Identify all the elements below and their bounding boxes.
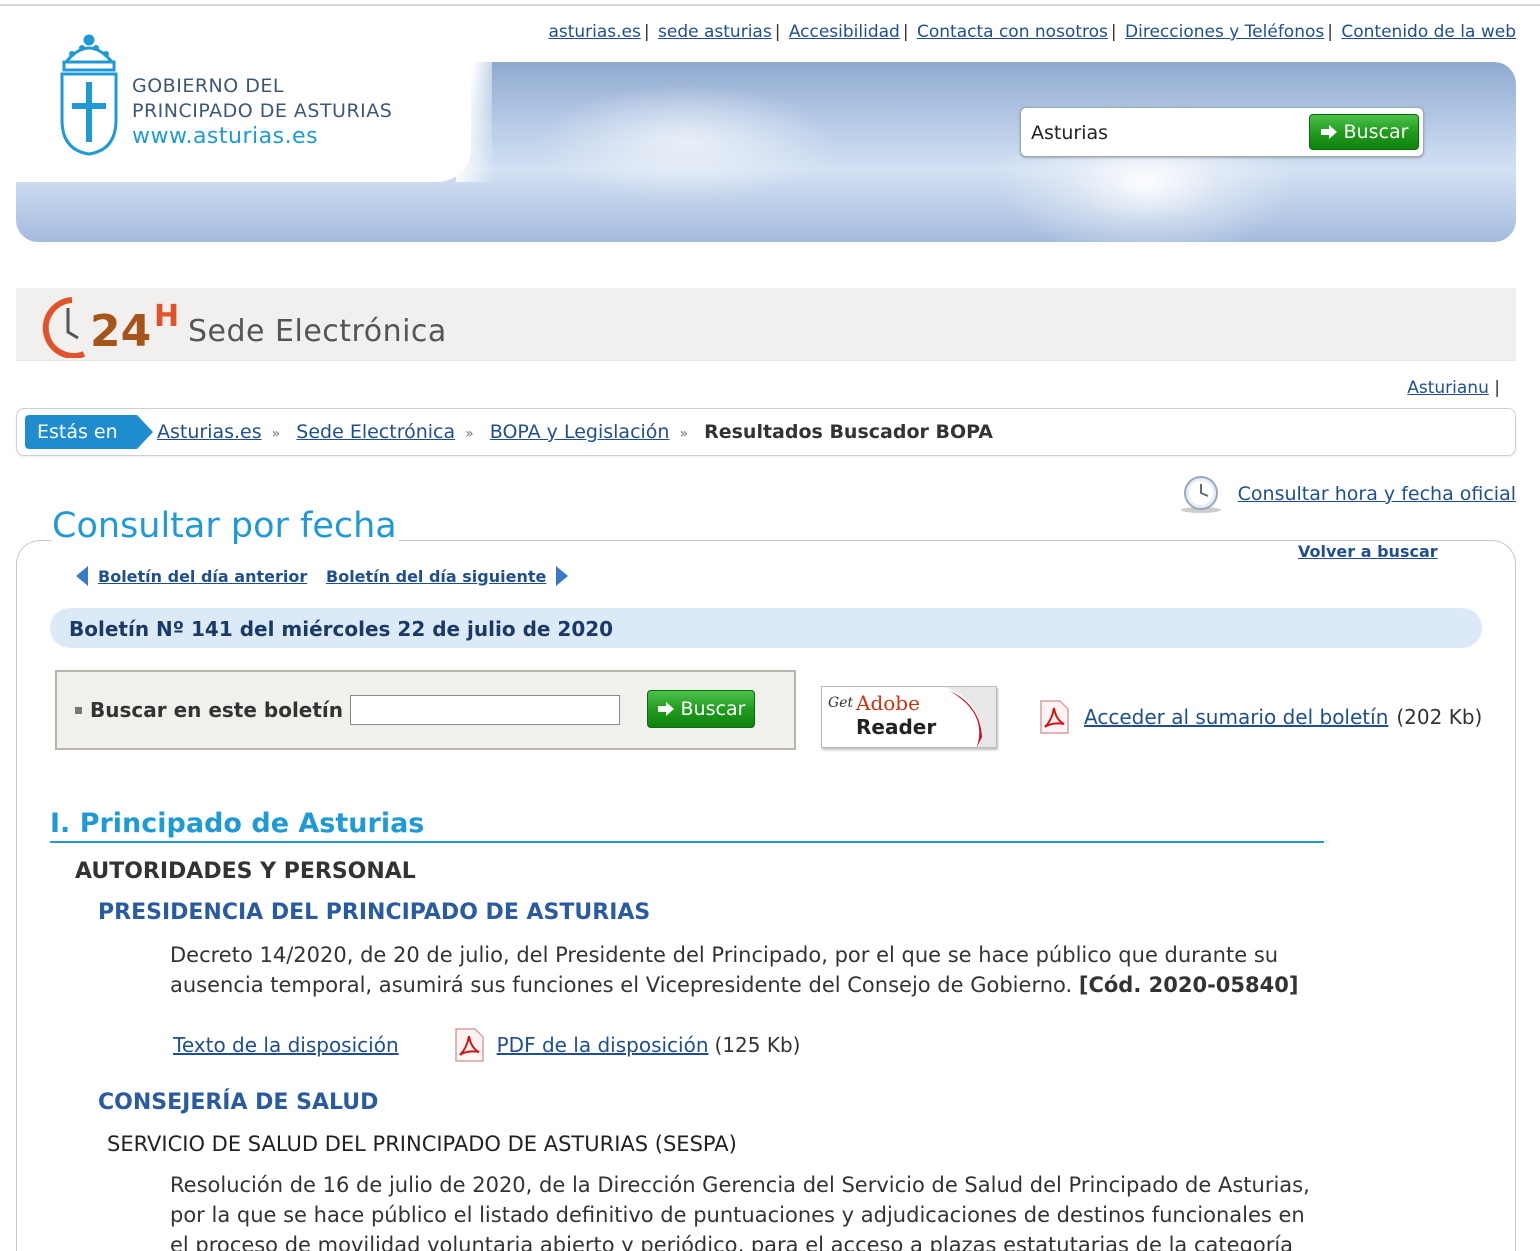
sumario-link[interactable]: Acceder al sumario del boletín xyxy=(1084,705,1388,729)
sede-electronica-bar: 24 H Sede Electrónica xyxy=(16,288,1516,361)
sede-title: Sede Electrónica xyxy=(188,314,447,349)
breadcrumb-items: Asturias.es » Sede Electrónica » BOPA y Le… xyxy=(157,421,993,443)
boletin-search-input[interactable] xyxy=(350,695,620,725)
breadcrumb-bopa[interactable]: BOPA y Legislación xyxy=(490,421,670,443)
sumario-download: Acceder al sumario del boletín (202 Kb) xyxy=(1038,700,1482,734)
boletin-search-button[interactable]: Buscar xyxy=(647,690,755,728)
breadcrumb-current: Resultados Buscador BOPA xyxy=(704,421,993,443)
top-links: asturias.es | sede asturias | Accesibilida… xyxy=(548,22,1516,42)
top-link-sede[interactable]: sede asturias xyxy=(658,22,772,42)
header-search: Buscar xyxy=(1020,107,1424,157)
top-link-asturias[interactable]: asturias.es xyxy=(548,22,640,42)
document-summary: Decreto 14/2020, de 20 de julio, del Pre… xyxy=(170,940,1320,1000)
top-border xyxy=(0,4,1540,6)
search-button[interactable]: Buscar xyxy=(1309,114,1419,150)
next-day-label[interactable]: Boletín del día siguiente xyxy=(326,567,546,586)
gov-name-line1: GOBIERNO DEL xyxy=(132,75,284,97)
section-title: I. Principado de Asturias xyxy=(50,808,1324,843)
boletin-title: Boletín Nº 141 del miércoles 22 de julio… xyxy=(69,617,614,641)
arrow-right-icon xyxy=(1320,125,1337,139)
boletin-search-label: Buscar en este boletín xyxy=(75,698,343,722)
document-pdf: PDF de la disposición (125 Kb) xyxy=(453,1028,801,1062)
search-input[interactable] xyxy=(1031,116,1301,150)
top-link-accesibilidad[interactable]: Accesibilidad xyxy=(789,22,900,42)
document-text: Resolución de 16 de julio de 2020, de la… xyxy=(170,1173,1310,1251)
document-code: [Cód. 2020-05840] xyxy=(1078,973,1299,997)
document-links: Texto de la disposición PDF de la dispos… xyxy=(173,1028,800,1062)
organism-title: CONSEJERÍA DE SALUD xyxy=(98,1090,379,1115)
previous-day-link[interactable]: Boletín del día anterior xyxy=(74,565,307,587)
triangle-left-icon xyxy=(76,566,88,586)
language-switcher: Asturianu | xyxy=(1407,378,1500,398)
breadcrumb-arrow-icon: » xyxy=(271,426,281,442)
adobe-reader-text: Reader xyxy=(856,715,937,739)
site-header: GOBIERNO DEL PRINCIPADO DE ASTURIAS www.… xyxy=(16,8,1516,242)
top-link-contacta[interactable]: Contacta con nosotros xyxy=(917,22,1108,42)
clock-24h-icon: 24 H xyxy=(42,297,179,358)
page-title: Consultar por fecha xyxy=(52,506,399,546)
language-separator: | xyxy=(1494,378,1500,398)
back-to-search-link[interactable]: Volver a buscar xyxy=(1298,542,1438,561)
official-time-link-label[interactable]: Consultar hora y fecha oficial xyxy=(1238,483,1516,505)
boletin-search-button-label: Buscar xyxy=(680,698,746,720)
arrow-right-icon xyxy=(657,702,674,716)
breadcrumb: Estás en Asturias.es » Sede Electrónica » … xyxy=(16,408,1516,456)
search-button-label: Buscar xyxy=(1343,121,1409,143)
document-text-link[interactable]: Texto de la disposición xyxy=(173,1033,399,1057)
adobe-get-text: Get xyxy=(828,695,854,711)
get-adobe-reader-badge[interactable]: Get Adobe Reader xyxy=(821,686,997,748)
breadcrumb-arrow-icon: » xyxy=(465,426,474,442)
adobe-brand-text: Adobe xyxy=(856,691,920,715)
breadcrumb-sede[interactable]: Sede Electrónica xyxy=(296,421,455,443)
pdf-icon xyxy=(454,1028,484,1062)
section-subtitle: AUTORIDADES Y PERSONAL xyxy=(75,859,416,884)
boletin-search-panel: Buscar en este boletín Buscar xyxy=(55,670,796,750)
subservice-title: SERVICIO DE SALUD DEL PRINCIPADO DE ASTU… xyxy=(107,1132,737,1156)
sede-logo-number: 24 xyxy=(90,306,151,357)
language-link-asturianu[interactable]: Asturianu xyxy=(1407,378,1489,398)
previous-day-label[interactable]: Boletín del día anterior xyxy=(98,567,307,586)
boletin-header: Boletín Nº 141 del miércoles 22 de julio… xyxy=(50,608,1482,648)
breadcrumb-asturias[interactable]: Asturias.es xyxy=(157,421,262,443)
document-pdf-size: (125 Kb) xyxy=(714,1033,801,1057)
official-time-link[interactable]: Consultar hora y fecha oficial xyxy=(1178,474,1516,514)
top-link-direcciones[interactable]: Direcciones y Teléfonos xyxy=(1125,22,1324,42)
next-day-link[interactable]: Boletín del día siguiente xyxy=(326,565,570,587)
sumario-size: (202 Kb) xyxy=(1396,705,1483,729)
document-summary: Resolución de 16 de julio de 2020, de la… xyxy=(170,1170,1320,1251)
boletin-search-label-text: Buscar en este boletín xyxy=(90,698,344,722)
crown-cross-shield-icon xyxy=(60,34,118,156)
document-pdf-link[interactable]: PDF de la disposición xyxy=(497,1033,709,1057)
gov-name: GOBIERNO DEL PRINCIPADO DE ASTURIAS www.… xyxy=(132,74,392,149)
top-link-contenido[interactable]: Contenido de la web xyxy=(1341,22,1516,42)
sede-logo-letter: H xyxy=(154,299,179,334)
adobe-swoosh-icon xyxy=(944,687,996,747)
square-bullet-icon xyxy=(75,706,82,714)
gov-url: www.asturias.es xyxy=(132,124,319,149)
organism-title: PRESIDENCIA DEL PRINCIPADO DE ASTURIAS xyxy=(98,900,651,925)
pdf-icon xyxy=(1040,700,1069,734)
triangle-right-icon xyxy=(556,566,569,586)
gov-name-line2: PRINCIPADO DE ASTURIAS xyxy=(132,100,393,122)
clock-icon xyxy=(1180,476,1221,513)
gov-logo-area[interactable]: GOBIERNO DEL PRINCIPADO DE ASTURIAS www.… xyxy=(16,8,492,182)
breadcrumb-arrow-icon: » xyxy=(679,426,689,442)
breadcrumb-badge: Estás en xyxy=(25,415,153,449)
